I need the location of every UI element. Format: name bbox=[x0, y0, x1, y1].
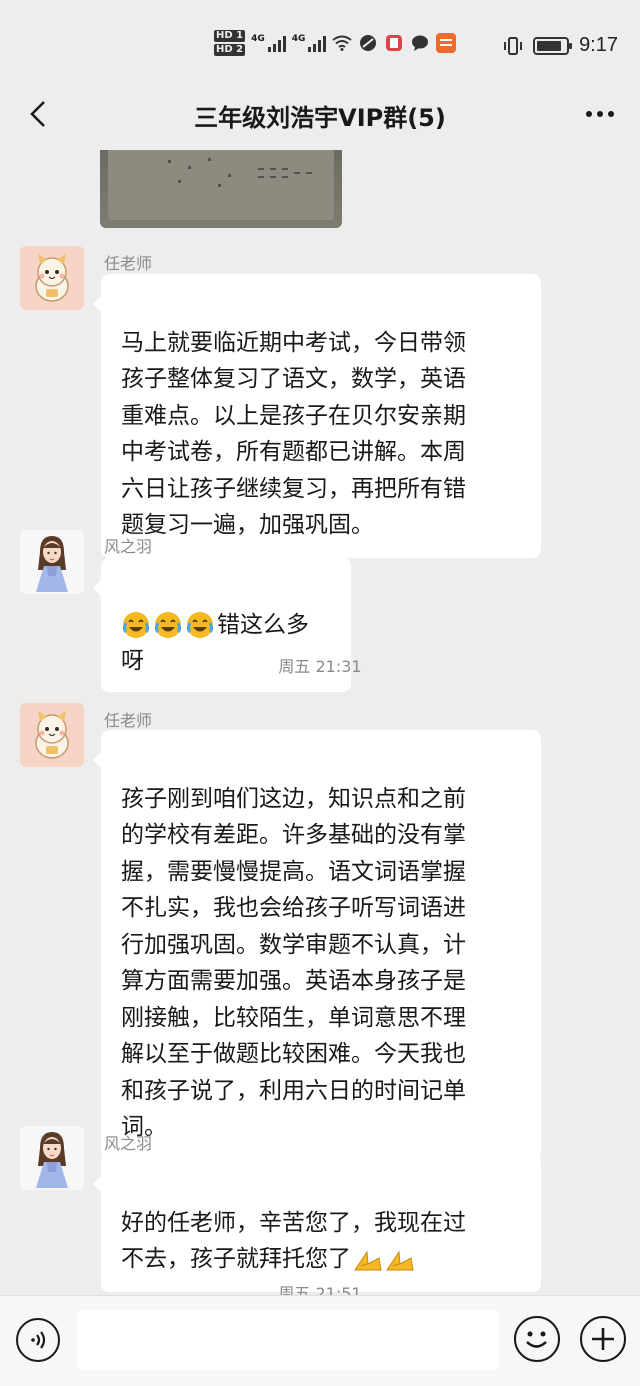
plus-icon bbox=[592, 1328, 614, 1350]
message-icon bbox=[410, 33, 430, 53]
cat-avatar-icon bbox=[35, 711, 69, 759]
girl-avatar-icon bbox=[36, 536, 68, 592]
vibrate-icon bbox=[503, 36, 523, 56]
avatar[interactable] bbox=[20, 246, 84, 310]
status-time: 9:17 bbox=[579, 34, 618, 56]
sender-name: 风之羽 bbox=[104, 537, 153, 556]
cat-avatar-icon bbox=[35, 254, 69, 302]
hd-indicator: HD 1 HD 2 bbox=[214, 30, 246, 56]
emoji-group bbox=[121, 610, 215, 640]
battery-icon bbox=[533, 36, 573, 55]
status-bar: HD 1 HD 2 4G 4G 9:17 bbox=[0, 0, 640, 92]
input-bar bbox=[0, 1295, 640, 1386]
hd1-label: HD 1 bbox=[214, 30, 246, 42]
timestamp: 周五 21:51 bbox=[278, 1284, 362, 1295]
wifi-icon bbox=[332, 33, 353, 53]
more-button[interactable] bbox=[578, 94, 622, 134]
signal-icon: 4G bbox=[292, 34, 327, 52]
voice-button[interactable] bbox=[16, 1318, 60, 1362]
status-left-icons: HD 1 HD 2 4G 4G bbox=[214, 30, 457, 56]
message-text: 马上就要临近期中考试，今日带领 孩子整体复习了语文，数学，英语 重难点。以上是孩… bbox=[121, 329, 466, 539]
add-button[interactable] bbox=[580, 1316, 626, 1362]
chat-area[interactable]: 任老师 马上就要临近期中考试，今日带领 孩子整体复习了语文，数学，英语 重难点。… bbox=[0, 150, 640, 1295]
network-type-2: 4G bbox=[291, 34, 306, 44]
app-icon bbox=[358, 33, 378, 53]
battery-fill bbox=[537, 40, 561, 51]
crying-laughing-emoji bbox=[123, 612, 149, 638]
sender-name: 任老师 bbox=[104, 711, 153, 730]
message-bubble[interactable]: 马上就要临近期中考试，今日带领 孩子整体复习了语文，数学，英语 重难点。以上是孩… bbox=[93, 274, 541, 558]
exam-paper-image bbox=[108, 150, 334, 220]
more-dots-icon bbox=[586, 111, 592, 117]
message-text: 孩子刚到咱们这边，知识点和之前 的学校有差距。许多基础的没有掌 握，需要慢慢提高… bbox=[121, 785, 466, 1141]
crying-laughing-emoji bbox=[187, 612, 213, 638]
avatar[interactable] bbox=[20, 703, 84, 767]
group-title: 三年级刘浩宇VIP群(5) bbox=[194, 104, 446, 132]
smiley-icon bbox=[526, 1331, 547, 1348]
image-message[interactable] bbox=[100, 150, 342, 228]
status-right-icons: 9:17 bbox=[503, 34, 618, 57]
timestamp: 周五 21:31 bbox=[278, 657, 362, 676]
network-type-1: 4G bbox=[251, 34, 265, 44]
signal-icon: 4G bbox=[251, 34, 286, 52]
avatar[interactable] bbox=[20, 1126, 84, 1190]
avatar[interactable] bbox=[20, 530, 84, 594]
emoji-button[interactable] bbox=[514, 1316, 560, 1362]
red-book-icon bbox=[384, 33, 404, 53]
message-bubble[interactable]: 孩子刚到咱们这边，知识点和之前 的学校有差距。许多基础的没有掌 握，需要慢慢提高… bbox=[93, 730, 541, 1160]
orange-app-icon bbox=[436, 33, 457, 53]
hd2-label: HD 2 bbox=[214, 44, 246, 56]
girl-avatar-icon bbox=[36, 1132, 68, 1188]
praying-hands-emoji bbox=[386, 1250, 414, 1270]
message-input[interactable] bbox=[78, 1310, 498, 1370]
message-bubble[interactable]: 好的任老师，辛苦您了，我现在过 不去，孩子就拜托您了 bbox=[93, 1154, 541, 1292]
sender-name: 风之羽 bbox=[104, 1134, 153, 1153]
crying-laughing-emoji bbox=[155, 612, 181, 638]
praying-hands-emoji bbox=[354, 1250, 382, 1270]
voice-icon bbox=[31, 1331, 46, 1349]
emoji-group bbox=[353, 1248, 415, 1272]
chat-header: 三年级刘浩宇VIP群(5) bbox=[0, 92, 640, 136]
sender-name: 任老师 bbox=[104, 254, 153, 273]
